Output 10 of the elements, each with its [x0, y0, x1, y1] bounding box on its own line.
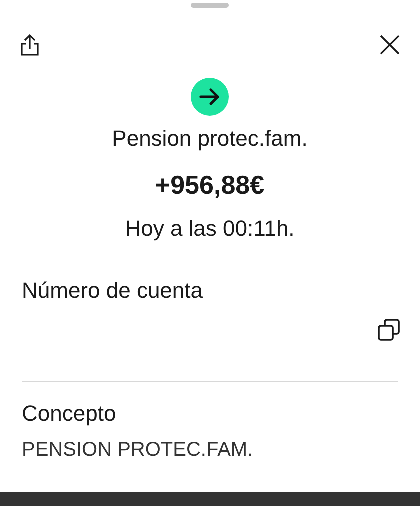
transaction-title: Pension protec.fam. [112, 125, 308, 153]
concept-value: PENSION PROTEC.FAM. [22, 438, 254, 463]
close-icon[interactable] [380, 35, 400, 55]
account-label: Número de cuenta [22, 277, 204, 305]
drag-handle[interactable] [191, 3, 229, 8]
share-icon[interactable] [20, 34, 40, 56]
amount: +956,88€ [155, 169, 265, 201]
transaction-date: Hoy a las 00:11h. [125, 215, 295, 243]
copy-icon[interactable] [378, 319, 400, 341]
concept-label: Concepto [22, 400, 118, 428]
